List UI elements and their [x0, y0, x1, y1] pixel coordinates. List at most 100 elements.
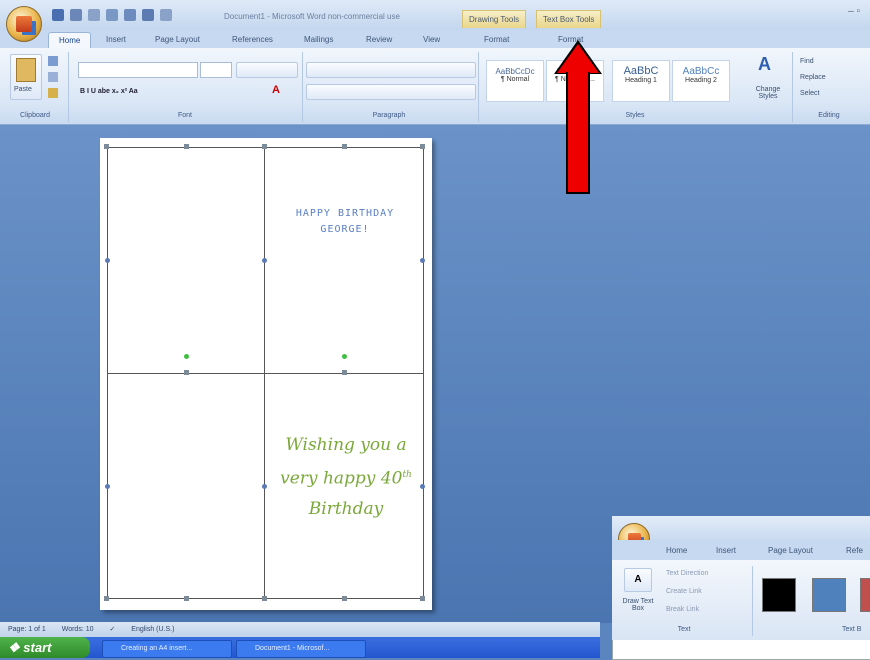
taskbar-item[interactable]: Creating an A4 insert... [102, 640, 232, 658]
resize-handle[interactable] [184, 596, 189, 601]
tab-mailings[interactable]: Mailings [304, 32, 333, 48]
text-direction-button[interactable]: Text Direction [666, 570, 708, 577]
resize-handle[interactable] [104, 144, 109, 149]
wish-line-2: very happy 40 [280, 468, 403, 489]
cut-icon[interactable] [48, 56, 58, 66]
inset-tab-references[interactable]: Refe [846, 543, 863, 559]
proofing-icon[interactable]: ✓ [109, 626, 115, 633]
taskbar-item[interactable]: Document1 - Microsof... [236, 640, 366, 658]
select-button[interactable]: Select [800, 90, 819, 97]
shape-style-red[interactable] [860, 578, 870, 612]
resize-handle[interactable] [105, 258, 110, 263]
inset-title-bar [612, 516, 870, 540]
wish-superscript: th [402, 470, 412, 480]
greeting-line-1: HAPPY BIRTHDAY [295, 208, 395, 219]
wish-line-3: Birthday [308, 498, 384, 519]
rotate-handle[interactable] [184, 354, 189, 359]
shape-style-blue[interactable] [812, 578, 846, 612]
change-styles-icon[interactable]: A [758, 54, 784, 78]
greeting-line-2: GEORGE! [320, 224, 370, 235]
resize-handle[interactable] [262, 144, 267, 149]
resize-handle[interactable] [262, 596, 267, 601]
resize-handle[interactable] [104, 596, 109, 601]
clipboard-icon [16, 58, 36, 82]
style-preview: AaBbC [623, 65, 659, 77]
tab-format-drawing[interactable]: Format [484, 32, 509, 48]
group-separator [302, 52, 303, 122]
resize-handle[interactable] [105, 484, 110, 489]
start-button[interactable]: ❖ start [0, 637, 90, 658]
font-color-icon[interactable]: A [270, 84, 282, 96]
wish-line-1: Wishing you a [285, 435, 407, 455]
draw-text-box-icon[interactable]: A [624, 568, 652, 592]
status-page[interactable]: Page: 1 of 1 [8, 626, 46, 633]
tab-view[interactable]: View [423, 32, 440, 48]
open-icon[interactable] [124, 9, 136, 21]
redo-icon[interactable] [88, 9, 100, 21]
save-icon[interactable] [52, 9, 64, 21]
group-label-editing: Editing [818, 112, 840, 119]
find-button[interactable]: Find [800, 58, 814, 65]
style-name: Heading 1 [625, 77, 657, 84]
birthday-wish[interactable]: Wishing you a very happy 40th Birthday [266, 430, 426, 524]
group-label-font: Font [177, 112, 192, 119]
draw-text-box-label[interactable]: Draw Text Box [618, 598, 658, 612]
minimize-icon[interactable]: – ▫ [848, 6, 860, 17]
resize-handle[interactable] [420, 596, 425, 601]
tab-home[interactable]: Home [48, 32, 92, 49]
group-separator [478, 52, 479, 122]
resize-handle[interactable] [420, 258, 425, 263]
start-label: start [23, 640, 52, 655]
resize-handle[interactable] [420, 144, 425, 149]
tab-insert[interactable]: Insert [106, 32, 126, 48]
new-document-icon[interactable] [106, 9, 118, 21]
group-separator [752, 566, 753, 636]
inset-tab-page-layout[interactable]: Page Layout [768, 543, 813, 559]
resize-handle[interactable] [184, 144, 189, 149]
resize-handle[interactable] [342, 596, 347, 601]
undo-icon[interactable] [70, 9, 82, 21]
inset-tabs [612, 540, 870, 560]
print-icon[interactable] [160, 9, 172, 21]
group-separator [68, 52, 69, 122]
style-name: ¶ Normal [500, 76, 530, 83]
spelling-icon[interactable] [142, 9, 154, 21]
resize-handle[interactable] [184, 370, 189, 375]
font-size-input[interactable] [200, 62, 232, 78]
group-label-clipboard: Clipboard [20, 112, 50, 119]
context-tab-drawing-tools[interactable]: Drawing Tools [462, 10, 527, 28]
red-arrow-shaft [566, 72, 590, 194]
font-format-buttons[interactable]: B I U abe x₂ x² Aa [80, 88, 138, 95]
office-button[interactable] [6, 6, 42, 42]
status-words[interactable]: Words: 10 [62, 626, 94, 633]
format-painter-icon[interactable] [48, 88, 58, 98]
change-styles-label[interactable]: Change Styles [748, 86, 788, 100]
style-preview: AaBbCcDc [495, 67, 535, 76]
resize-handle[interactable] [342, 144, 347, 149]
status-language[interactable]: English (U.S.) [131, 626, 174, 633]
resize-handle[interactable] [262, 258, 267, 263]
copy-icon[interactable] [48, 72, 58, 82]
inset-tab-insert[interactable]: Insert [716, 543, 736, 559]
tab-review[interactable]: Review [366, 32, 392, 48]
birthday-greeting[interactable]: HAPPY BIRTHDAY GEORGE! [270, 206, 420, 238]
text-box-border [423, 147, 424, 599]
create-link-button[interactable]: Create Link [666, 588, 702, 595]
style-heading-1[interactable]: AaBbC Heading 1 [612, 60, 670, 102]
style-normal[interactable]: AaBbCcDc ¶ Normal [486, 60, 544, 102]
style-name: Heading 2 [685, 77, 717, 84]
rotate-handle[interactable] [342, 354, 347, 359]
replace-button[interactable]: Replace [800, 74, 826, 81]
tab-references[interactable]: References [232, 32, 273, 48]
break-link-button[interactable]: Break Link [666, 606, 699, 613]
inset-tab-home[interactable]: Home [666, 543, 687, 559]
resize-handle[interactable] [342, 370, 347, 375]
shape-style-black[interactable] [762, 578, 796, 612]
context-tab-text-box-tools[interactable]: Text Box Tools [536, 10, 602, 28]
tab-page-layout[interactable]: Page Layout [155, 32, 200, 48]
font-size-grow-shrink[interactable] [236, 62, 298, 78]
alignment-buttons[interactable] [306, 84, 476, 100]
font-name-input[interactable] [78, 62, 198, 78]
list-indent-buttons[interactable] [306, 62, 476, 78]
style-heading-2[interactable]: AaBbCc Heading 2 [672, 60, 730, 102]
